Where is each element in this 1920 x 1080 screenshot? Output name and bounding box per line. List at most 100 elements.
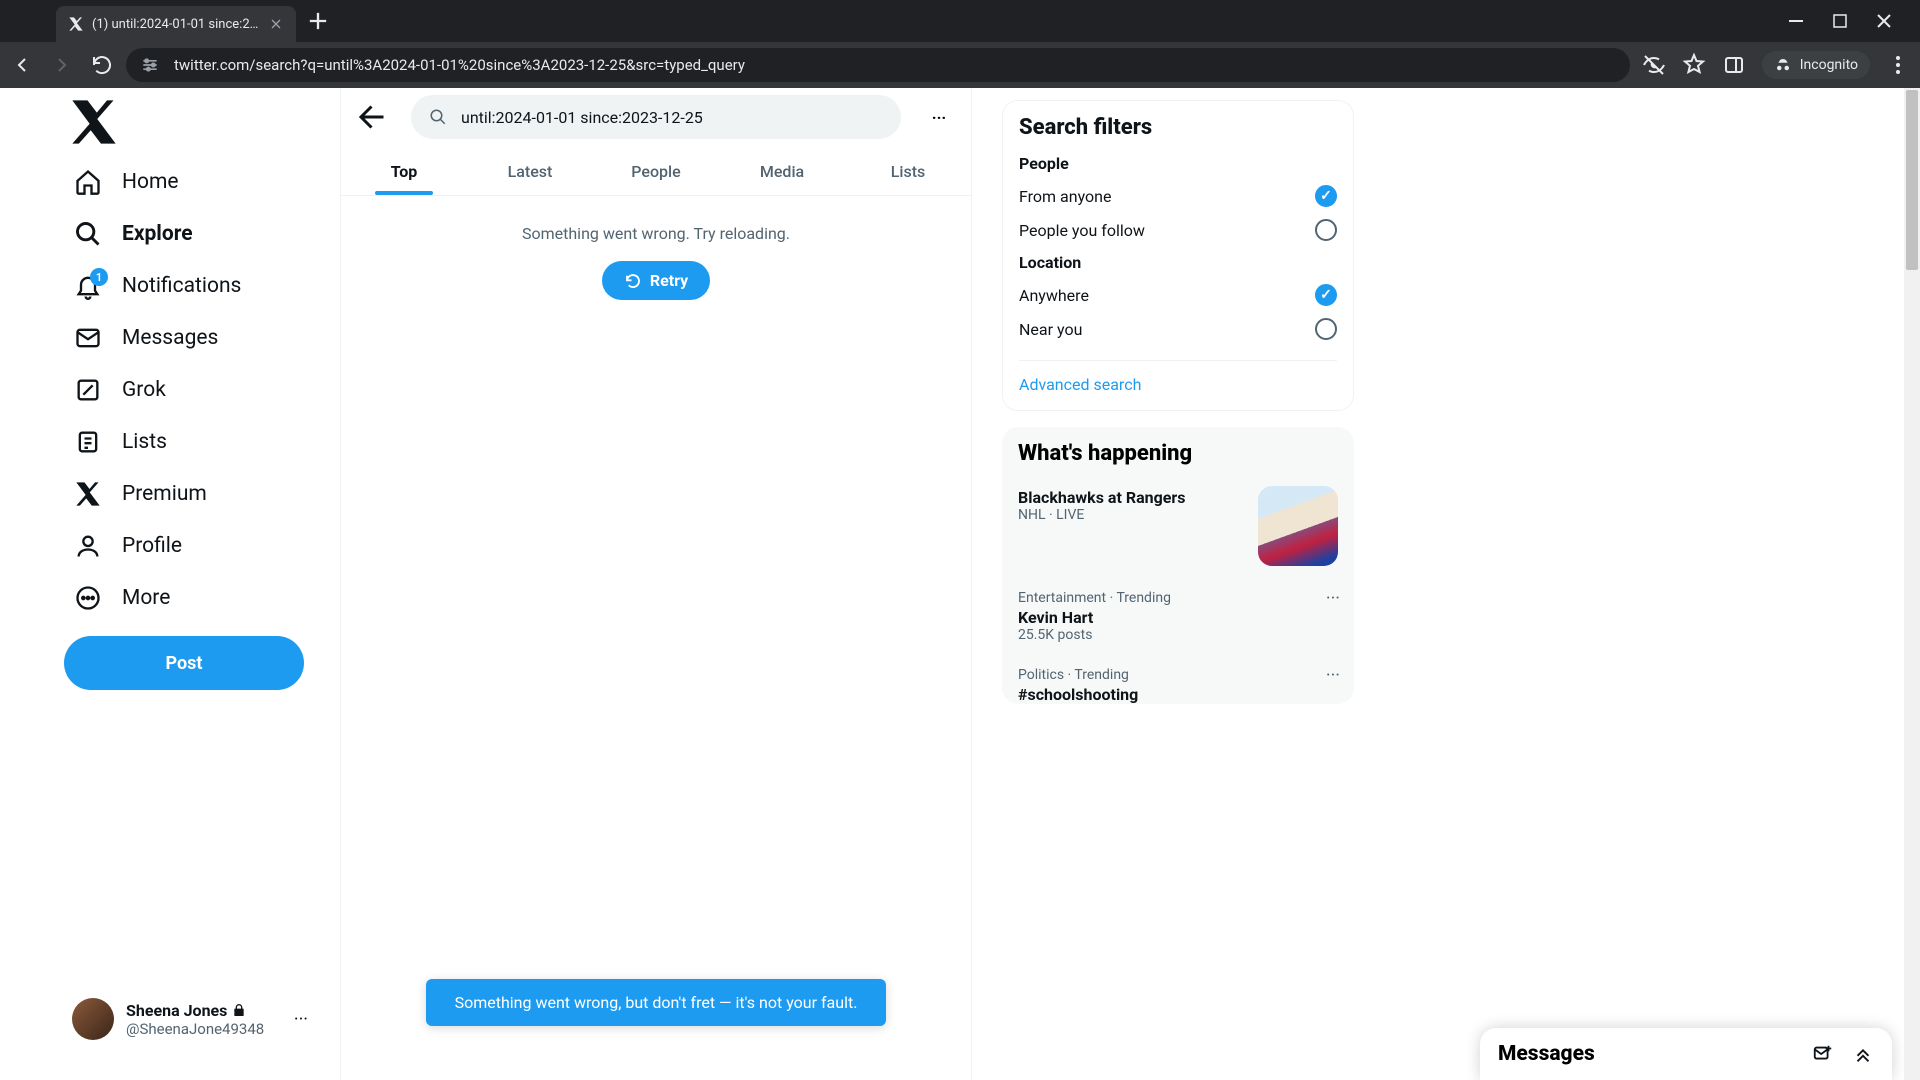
nav-profile-label: Profile	[122, 534, 182, 558]
account-more-icon[interactable]: ···	[294, 1009, 308, 1030]
bookmark-star-icon[interactable]	[1682, 53, 1706, 77]
side-panel-icon[interactable]	[1722, 53, 1746, 77]
nav-more-label: More	[122, 586, 170, 610]
forward-icon[interactable]	[50, 53, 74, 77]
home-icon	[74, 168, 102, 196]
filters-title: Search filters	[1019, 115, 1337, 140]
incognito-label: Incognito	[1800, 57, 1858, 73]
close-tab-icon[interactable]	[268, 16, 284, 32]
filter-anywhere[interactable]: Anywhere	[1019, 278, 1337, 312]
search-box[interactable]	[411, 95, 901, 139]
new-tab-button[interactable]	[304, 7, 332, 35]
nav-notifications[interactable]: 1 Notifications	[60, 260, 255, 312]
trend-more-icon[interactable]: ···	[1326, 588, 1340, 609]
url-text: twitter.com/search?q=until%3A2024-01-01%…	[174, 56, 1616, 74]
filter-near-you-label: Near you	[1019, 320, 1082, 339]
filter-from-anyone[interactable]: From anyone	[1019, 179, 1337, 213]
nav-home-label: Home	[122, 170, 179, 194]
x-logo-icon[interactable]	[68, 96, 120, 148]
page: Home Explore 1 Notifications Messages Gr…	[0, 88, 1920, 1080]
filter-from-anyone-label: From anyone	[1019, 187, 1111, 206]
trend-title: #schoolshooting	[1018, 685, 1338, 704]
search-overflow-icon[interactable]: ···	[921, 99, 957, 135]
tab-strip: (1) until:2024-01-01 since:2023	[0, 0, 1920, 42]
notification-badge: 1	[90, 268, 108, 286]
browser-chrome: (1) until:2024-01-01 since:2023 twitter.…	[0, 0, 1920, 88]
trend-more-icon[interactable]: ···	[1326, 665, 1340, 686]
browser-tab[interactable]: (1) until:2024-01-01 since:2023	[56, 6, 296, 42]
nav-more[interactable]: More	[60, 572, 184, 624]
trend-item[interactable]: Entertainment · Trending Kevin Hart 25.5…	[1002, 578, 1354, 655]
retry-icon	[624, 272, 642, 290]
filter-anywhere-label: Anywhere	[1019, 286, 1089, 305]
kebab-menu-icon[interactable]	[1886, 53, 1910, 77]
incognito-icon	[1774, 56, 1792, 74]
filter-people-label: People	[1019, 154, 1337, 173]
tab-title: (1) until:2024-01-01 since:2023	[92, 17, 260, 32]
bell-icon: 1	[74, 272, 102, 300]
nav-premium[interactable]: Premium	[60, 468, 221, 520]
search-icon	[429, 108, 447, 126]
new-message-icon[interactable]	[1812, 1043, 1834, 1065]
tab-latest[interactable]: Latest	[467, 146, 593, 195]
nav-lists-label: Lists	[122, 430, 167, 454]
nav-explore[interactable]: Explore	[60, 208, 207, 260]
site-settings-icon[interactable]	[140, 55, 160, 75]
happening-title: What's happening	[1002, 441, 1354, 474]
back-button[interactable]	[355, 99, 391, 135]
filter-location-label: Location	[1019, 253, 1337, 272]
nav-grok[interactable]: Grok	[60, 364, 180, 416]
more-circle-icon	[74, 584, 102, 612]
nav-profile[interactable]: Profile	[60, 520, 196, 572]
tab-lists[interactable]: Lists	[845, 146, 971, 195]
nav-messages[interactable]: Messages	[60, 312, 232, 364]
post-button[interactable]: Post	[64, 636, 304, 690]
close-window-icon[interactable]	[1872, 7, 1896, 35]
nav-explore-label: Explore	[122, 222, 193, 246]
expand-drawer-icon[interactable]	[1852, 1043, 1874, 1065]
nav-lists[interactable]: Lists	[60, 416, 181, 468]
eye-off-icon[interactable]	[1642, 53, 1666, 77]
scrollbar[interactable]	[1904, 88, 1920, 1080]
error-toast: Something went wrong, but don't fret — i…	[426, 979, 886, 1026]
left-nav: Home Explore 1 Notifications Messages Gr…	[0, 88, 340, 1080]
nav-premium-label: Premium	[122, 482, 207, 506]
grok-icon	[74, 376, 102, 404]
premium-icon	[74, 480, 102, 508]
search-input[interactable]	[461, 108, 883, 127]
account-switcher[interactable]: Sheena Jones @SheenaJone49348 ···	[60, 988, 320, 1050]
reload-icon[interactable]	[90, 53, 114, 77]
trend-thumbnail	[1258, 486, 1338, 566]
trend-title: Kevin Hart	[1018, 608, 1338, 627]
avatar	[72, 998, 114, 1040]
radio-icon	[1315, 318, 1337, 340]
error-block: Something went wrong. Try reloading. Ret…	[341, 196, 971, 328]
retry-button[interactable]: Retry	[602, 261, 710, 300]
incognito-badge[interactable]: Incognito	[1762, 51, 1870, 79]
window-controls	[1784, 7, 1912, 35]
scroll-thumb[interactable]	[1906, 90, 1918, 270]
advanced-search-link[interactable]: Advanced search	[1019, 360, 1337, 406]
tab-top[interactable]: Top	[341, 146, 467, 195]
messages-drawer[interactable]: Messages	[1480, 1028, 1892, 1080]
maximize-icon[interactable]	[1828, 7, 1852, 35]
nav-notifications-label: Notifications	[122, 274, 241, 298]
back-icon[interactable]	[10, 53, 34, 77]
tab-media[interactable]: Media	[719, 146, 845, 195]
filter-near-you[interactable]: Near you	[1019, 312, 1337, 346]
main-column: ··· Top Latest People Media Lists Someth…	[340, 88, 972, 1080]
mail-icon	[74, 324, 102, 352]
minimize-icon[interactable]	[1784, 7, 1808, 35]
filter-people-follow[interactable]: People you follow	[1019, 213, 1337, 247]
whats-happening-card: What's happening Blackhawks at Rangers N…	[1002, 427, 1354, 704]
nav-home[interactable]: Home	[60, 156, 193, 208]
browser-toolbar: twitter.com/search?q=until%3A2024-01-01%…	[0, 42, 1920, 88]
url-bar[interactable]: twitter.com/search?q=until%3A2024-01-01%…	[126, 48, 1630, 82]
radio-checked-icon	[1315, 284, 1337, 306]
trend-item[interactable]: Blackhawks at Rangers NHL · LIVE	[1002, 474, 1354, 578]
retry-label: Retry	[650, 271, 688, 290]
trend-item[interactable]: Politics · Trending #schoolshooting ···	[1002, 655, 1354, 704]
radio-checked-icon	[1315, 185, 1337, 207]
tab-people[interactable]: People	[593, 146, 719, 195]
account-handle: @SheenaJone49348	[126, 1020, 282, 1038]
